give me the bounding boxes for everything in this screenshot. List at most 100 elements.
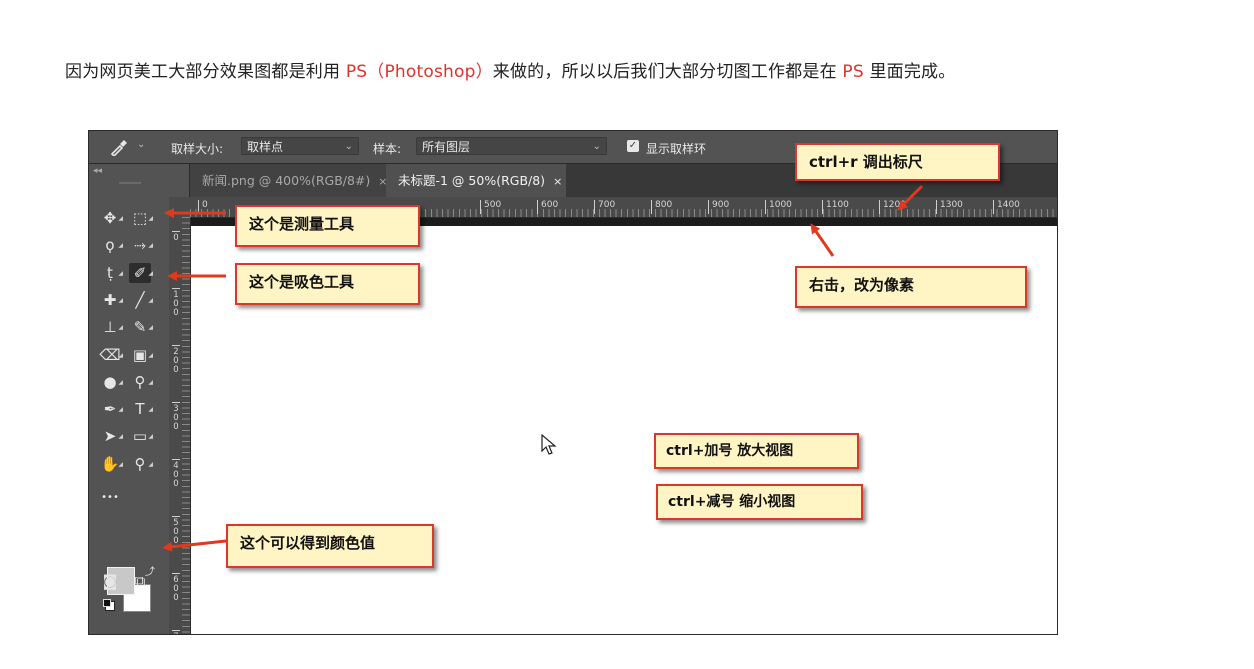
tab-label: 新闻.png @ 400%(RGB/8#) <box>202 173 371 188</box>
tab-untitled-1[interactable]: 未标题-1 @ 50%(RGB/8) × <box>386 164 566 197</box>
ruler-label: 1100 <box>822 200 849 214</box>
eyedropper-icon[interactable] <box>109 138 129 156</box>
ruler-label: 1300 <box>936 200 963 214</box>
collapse-panel-icon[interactable]: ◂◂ <box>93 166 102 176</box>
gradient-icon[interactable]: ▣ ◢ <box>129 345 153 365</box>
ruler-label: 1 0 0 <box>172 288 180 318</box>
ruler-label: 1000 <box>765 200 792 214</box>
tool-glyph: ⧉ <box>134 572 146 590</box>
show-ring-label: 显示取样环 <box>646 142 707 156</box>
quick-select-icon[interactable]: ⤑ ◢ <box>129 235 153 255</box>
ruler-label: 500 <box>480 200 501 214</box>
mouse-cursor-icon <box>541 434 557 455</box>
submenu-indicator-icon: ◢ <box>148 242 153 250</box>
intro-highlight-ps: PS <box>842 62 864 82</box>
path-select-icon[interactable]: ➤ ◢ <box>99 426 123 446</box>
eyedropper-icon[interactable]: ✐ ◢ <box>129 262 153 283</box>
rectangle-icon[interactable]: ▭ ◢ <box>129 426 153 446</box>
eraser-icon[interactable]: ⌫ ◢ <box>99 345 123 365</box>
close-icon[interactable]: × <box>553 175 562 188</box>
tool-glyph: ⬚ <box>132 209 148 227</box>
tool-glyph: ✚ <box>103 290 117 309</box>
submenu-indicator-icon: ◢ <box>148 460 153 468</box>
brush-icon[interactable]: ╱ ◢ <box>129 290 153 310</box>
tab-label: 未标题-1 @ 50%(RGB/8) <box>398 173 546 188</box>
submenu-indicator-icon: ◢ <box>118 215 123 222</box>
submenu-indicator-icon: ◢ <box>148 215 153 222</box>
hand-icon[interactable]: ✋ ◢ <box>99 454 123 474</box>
submenu-indicator-icon: ◢ <box>148 351 153 359</box>
submenu-indicator-icon: ◢ <box>118 433 123 441</box>
ruler-ticks <box>182 217 190 634</box>
submenu-indicator-icon: ◢ <box>148 433 153 441</box>
stamp-icon[interactable]: ⊥ ◢ <box>99 317 123 337</box>
intro-part1: 因为网页美工大部分效果图都是利用 <box>65 62 346 82</box>
vertical-ruler[interactable]: 0 1 0 0 2 0 0 3 0 0 4 0 0 5 0 0 6 0 0 7 <box>169 217 191 634</box>
ruler-label: 800 <box>651 200 672 214</box>
intro-text: 因为网页美工大部分效果图都是利用 PS（Photoshop）来做的，所以以后我们… <box>65 57 955 82</box>
history-brush-icon[interactable]: ✎ ◢ <box>129 317 153 337</box>
submenu-indicator-icon: ◢ <box>148 324 153 332</box>
callout-zoom-out: ctrl+减号 缩小视图 <box>656 484 863 520</box>
callout-color-value: 这个可以得到颜色值 <box>226 524 434 568</box>
screen-mode-icon[interactable]: ⧉ <box>129 571 151 591</box>
move-icon[interactable]: ✥ ◢ <box>99 208 123 228</box>
submenu-indicator-icon: ◢ <box>118 242 123 250</box>
tool-glyph: ✒ <box>103 400 117 419</box>
ruler-corner[interactable] <box>169 197 190 217</box>
submenu-indicator-icon: ◢ <box>118 351 123 359</box>
sample-select[interactable]: 所有图层 ⌄ <box>416 137 607 155</box>
sample-value: 所有图层 <box>422 140 471 154</box>
tool-glyph: ◙ <box>102 572 118 590</box>
tool-glyph: ✐ <box>133 263 147 282</box>
tool-glyph: ϙ <box>105 236 115 255</box>
tool-glyph: ✎ <box>133 318 147 337</box>
ruler-label: 4 0 0 <box>172 459 180 489</box>
tool-glyph: ✋ <box>100 454 120 473</box>
ruler-label: 900 <box>708 200 729 214</box>
tool-glyph: ╱ <box>135 290 145 309</box>
ruler-label: 3 0 0 <box>172 402 180 432</box>
sample-size-select[interactable]: 取样点 ⌄ <box>241 137 359 155</box>
callout-measure-tool: 这个是测量工具 <box>235 205 420 247</box>
healing-icon[interactable]: ✚ ◢ <box>99 290 123 310</box>
more-icon[interactable]: ••• <box>99 485 121 505</box>
pen-icon[interactable]: ✒ ◢ <box>99 399 123 419</box>
submenu-indicator-icon: ◢ <box>118 296 123 304</box>
default-colors-icon[interactable] <box>103 599 115 611</box>
crop-icon[interactable]: ṭ ◢ <box>99 263 123 283</box>
callout-zoom-in: ctrl+加号 放大视图 <box>654 433 859 469</box>
intro-highlight-ps-photoshop: PS（Photoshop） <box>345 62 493 82</box>
show-ring-checkbox[interactable]: ✓ <box>627 140 639 152</box>
callout-ruler-shortcut: ctrl+r 调出标尺 <box>795 143 1000 181</box>
submenu-indicator-icon: ◢ <box>118 269 123 277</box>
callout-eyedropper-tool: 这个是吸色工具 <box>235 263 420 305</box>
blur-icon[interactable]: ● ◢ <box>99 372 123 392</box>
tool-glyph: ⚲ <box>134 454 146 473</box>
tool-glyph: ✥ <box>103 209 117 227</box>
dodge-icon[interactable]: ⚲ ◢ <box>129 372 154 392</box>
tool-glyph: ▣ <box>132 345 148 364</box>
intro-part3: 里面完成。 <box>863 62 956 82</box>
submenu-indicator-icon: ◢ <box>118 460 123 468</box>
submenu-indicator-icon: ◢ <box>148 406 153 414</box>
tool-glyph: ⤑ <box>133 236 146 255</box>
ruler-label: 600 <box>537 200 558 214</box>
panel-grip[interactable] <box>119 182 141 184</box>
submenu-indicator-icon: ◢ <box>118 406 123 414</box>
submenu-indicator-icon: ◢ <box>118 378 123 386</box>
tool-preset-chevron-icon[interactable]: ⌄ <box>137 139 145 150</box>
quick-mask-icon[interactable]: ◙ <box>99 571 121 591</box>
intro-part2: 来做的，所以以后我们大部分切图工作都是在 <box>492 62 843 82</box>
tool-glyph: ➤ <box>103 427 117 446</box>
type-icon[interactable]: T ◢ <box>129 399 153 419</box>
callout-right-click-pixels: 右击，改为像素 <box>795 266 1027 308</box>
lasso-icon[interactable]: ϙ ◢ <box>99 235 123 255</box>
tab-news-png[interactable]: 新闻.png @ 400%(RGB/8#) × <box>190 164 388 197</box>
zoom-icon[interactable]: ⚲ ◢ <box>129 454 154 474</box>
chevron-down-icon: ⌄ <box>592 141 601 152</box>
marquee-icon[interactable]: ⬚ ◢ <box>129 208 153 228</box>
submenu-indicator-icon: ◢ <box>148 296 153 304</box>
tool-glyph: ▭ <box>132 427 148 446</box>
sample-size-label: 取样大小: <box>171 142 224 156</box>
